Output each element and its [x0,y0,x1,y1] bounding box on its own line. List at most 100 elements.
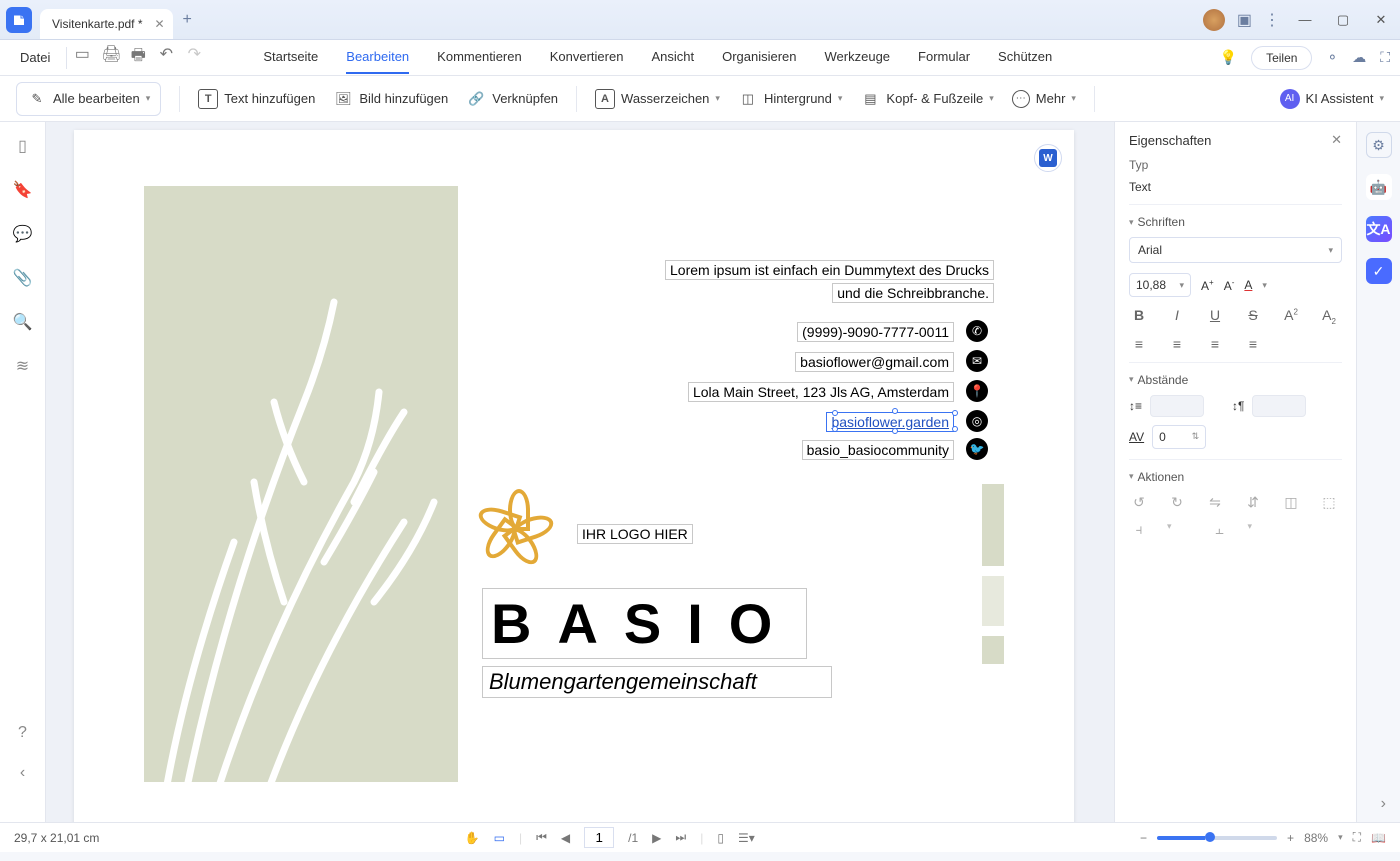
menu-formular[interactable]: Formular [918,41,970,74]
text-instagram-selected[interactable]: basioflower.garden [826,412,954,432]
pdf-page[interactable]: W Lorem ipsum ist ein [74,130,1074,822]
menu-startseite[interactable]: Startseite [263,41,318,74]
crop-icon[interactable]: ◫ [1281,494,1301,511]
share-graph-icon[interactable]: ⚬ [1326,49,1338,66]
zoom-slider[interactable] [1157,836,1277,840]
comments-icon[interactable]: 💬 [13,224,33,244]
text-address[interactable]: Lola Main Street, 123 Jls AG, Amsterdam [688,382,954,402]
font-increase-icon[interactable]: A+ [1201,278,1214,293]
document-tab[interactable]: Visitenkarte.pdf * ✕ [40,9,173,39]
line-spacing-input[interactable] [1150,395,1204,417]
text-subtitle[interactable]: Blumengartengemeinschaft [482,666,832,698]
user-avatar[interactable] [1203,9,1225,31]
underline-icon[interactable]: U [1205,307,1225,326]
expand-right-icon[interactable]: › [1381,795,1386,813]
menu-werkzeuge[interactable]: Werkzeuge [825,41,891,74]
strike-icon[interactable]: S [1243,307,1263,326]
save-icon[interactable]: 🖨 [101,44,119,71]
first-page-icon[interactable]: ⏮ [536,830,547,845]
link-button[interactable]: 🔗 Verknüpfen [466,89,558,109]
text-brand[interactable]: BASIO [482,588,807,659]
font-color-icon[interactable]: A [1244,278,1252,292]
text-twitter[interactable]: basio_basiocommunity [802,440,954,460]
text-lorem-1[interactable]: Lorem ipsum ist einfach ein Dummytext de… [665,260,994,280]
collapse-left-icon[interactable]: ‹ [20,764,25,782]
add-text-button[interactable]: T Text hinzufügen [198,89,315,109]
bookmark-icon[interactable]: 🔖 [13,180,33,200]
properties-toggle-icon[interactable]: ⚙ [1366,132,1392,158]
menu-organisieren[interactable]: Organisieren [722,41,796,74]
translate-icon[interactable]: 文A [1366,216,1392,242]
zoom-in-icon[interactable]: + [1287,831,1294,845]
align-center-icon[interactable]: ≡ [1167,336,1187,352]
fit-page-icon[interactable]: ⛶ [1353,830,1361,845]
attachments-icon[interactable]: 📎 [13,268,33,288]
menu-ansicht[interactable]: Ansicht [651,41,694,74]
menu-schuetzen[interactable]: Schützen [998,41,1052,74]
rotate-cw-icon[interactable]: ↻ [1167,494,1187,511]
superscript-icon[interactable]: A2 [1281,307,1301,326]
view-single-icon[interactable]: ▯ [717,831,724,845]
thumbnails-icon[interactable]: ▯ [18,136,27,156]
flip-h-icon[interactable]: ⇋ [1205,494,1225,511]
header-footer-button[interactable]: ▤ Kopf- & Fußzeile▾ [860,89,993,109]
font-size-input[interactable]: 10,88▾ [1129,273,1191,297]
next-page-icon[interactable]: ▶ [652,831,661,845]
canvas[interactable]: W Lorem ipsum ist ein [46,122,1114,822]
redo-icon[interactable]: ↷ [185,44,203,71]
menu-bearbeiten[interactable]: Bearbeiten [346,41,409,74]
menu-kommentieren[interactable]: Kommentieren [437,41,522,74]
approve-icon[interactable]: ✓ [1366,258,1392,284]
flip-v-icon[interactable]: ⇵ [1243,494,1263,511]
text-logo-here[interactable]: IHR LOGO HIER [577,524,693,544]
subscript-icon[interactable]: A2 [1319,307,1339,326]
para-spacing-input[interactable] [1252,395,1306,417]
more-button[interactable]: ⋯ Mehr▾ [1012,90,1076,108]
background-button[interactable]: ◫ Hintergrund▾ [738,89,842,109]
kebab-menu-icon[interactable]: ⋮ [1264,10,1280,30]
select-tool-icon[interactable]: ▭ [494,831,505,845]
hand-tool-icon[interactable]: ✋ [465,831,480,845]
add-tab-button[interactable]: + [183,11,192,29]
search-icon[interactable]: 🔍 [13,312,33,332]
layers-icon[interactable]: ≋ [16,356,29,376]
edit-all-button[interactable]: ✎ Alle bearbeiten ▾ [16,82,161,116]
watermark-button[interactable]: A Wasserzeichen▾ [595,89,720,109]
cloud-upload-icon[interactable]: ☁ [1352,49,1366,66]
align-right-icon[interactable]: ≡ [1205,336,1225,352]
help-icon[interactable]: ? [18,724,27,742]
panel-toggle-icon[interactable]: ▣ [1237,10,1252,30]
undo-icon[interactable]: ↶ [157,44,175,71]
page-number-input[interactable] [584,827,614,848]
bold-icon[interactable]: B [1129,307,1149,326]
print-icon[interactable]: 🖶 [129,44,147,71]
font-decrease-icon[interactable]: A- [1224,278,1235,293]
last-page-icon[interactable]: ⏭ [675,830,686,845]
fullscreen-icon[interactable]: ⛶ [1380,49,1390,66]
file-menu[interactable]: Datei [10,46,60,69]
minimize-icon[interactable]: — [1292,12,1318,27]
rotate-ccw-icon[interactable]: ↺ [1129,494,1149,511]
text-phone[interactable]: (9999)-9090-7777-0011 [797,322,954,342]
prev-page-icon[interactable]: ◀ [561,831,570,845]
lightbulb-icon[interactable]: 💡 [1220,49,1237,66]
text-email[interactable]: basioflower@gmail.com [795,352,954,372]
add-image-button[interactable]: 🖼 Bild hinzufügen [333,89,448,109]
menu-konvertieren[interactable]: Konvertieren [550,41,624,74]
char-spacing-input[interactable]: 0⇅ [1152,425,1206,449]
close-tab-icon[interactable]: ✕ [154,17,164,31]
open-icon[interactable]: ▭ [73,44,91,71]
font-family-select[interactable]: Arial▾ [1129,237,1342,263]
extract-icon[interactable]: ⬚ [1319,494,1339,511]
view-continuous-icon[interactable]: ☰▾ [738,831,755,845]
align-objects-icon[interactable]: ⫞ [1129,521,1149,538]
ai-assistant-button[interactable]: AI KI Assistent▾ [1280,89,1384,109]
text-lorem-2[interactable]: und die Schreibbranche. [832,283,994,303]
export-word-badge[interactable]: W [1034,144,1062,172]
read-mode-icon[interactable]: 📖 [1371,831,1386,845]
share-button[interactable]: Teilen [1251,46,1312,70]
distribute-icon[interactable]: ⫠ [1210,521,1230,538]
zoom-out-icon[interactable]: − [1140,831,1147,845]
align-justify-icon[interactable]: ≡ [1243,336,1263,352]
align-left-icon[interactable]: ≡ [1129,336,1149,352]
